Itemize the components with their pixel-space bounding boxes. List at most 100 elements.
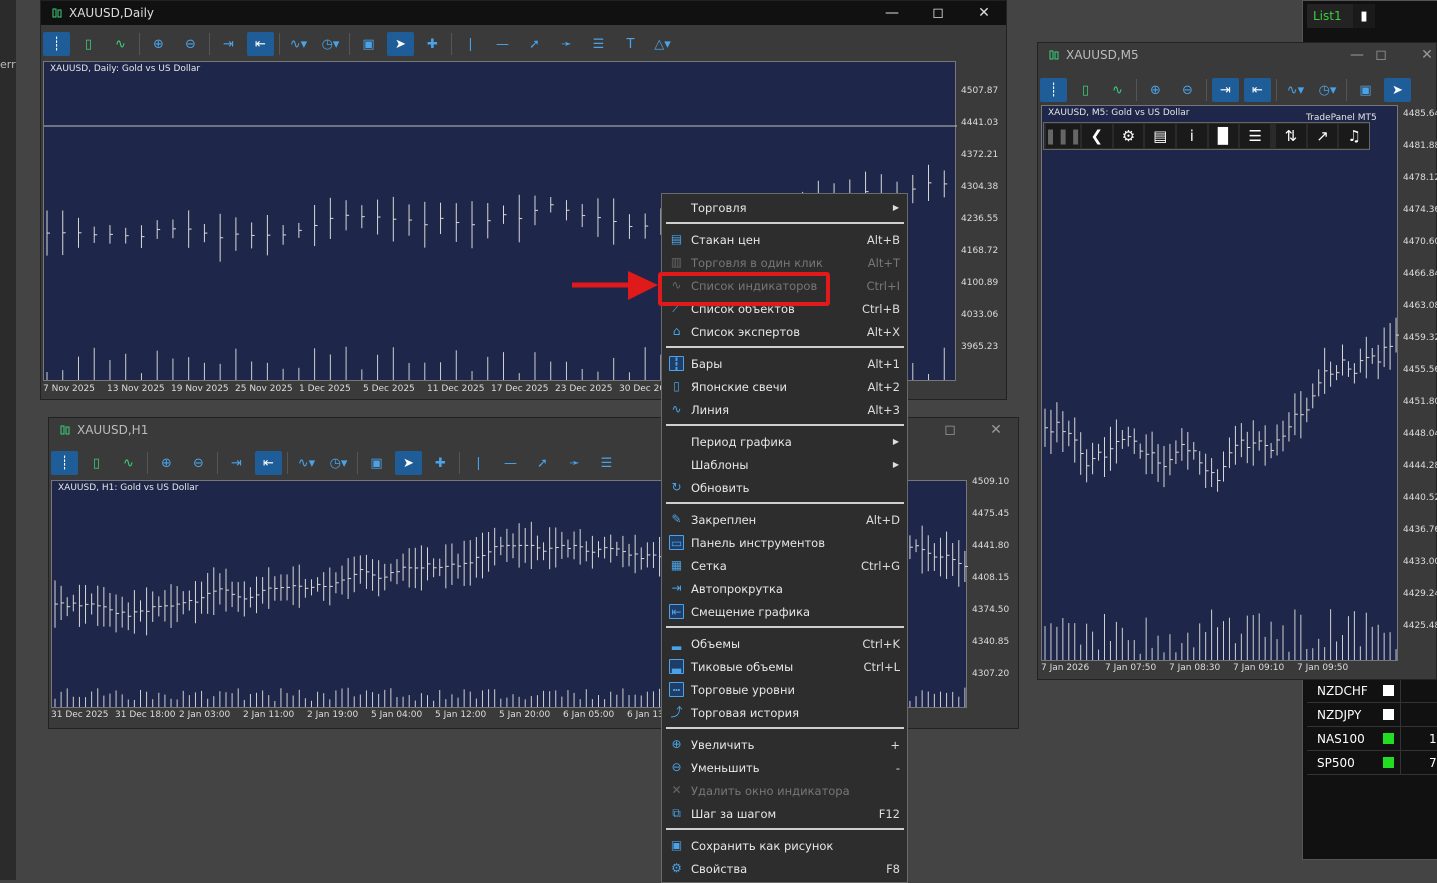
maximize-button[interactable]: ◻ xyxy=(915,1,961,25)
up-down-icon[interactable]: ⇅ xyxy=(1276,124,1306,148)
chart-shift-icon[interactable]: ⇤ xyxy=(247,32,274,56)
list-icon[interactable]: ☰ xyxy=(1240,124,1271,148)
shapes-icon[interactable]: △▾ xyxy=(649,32,676,56)
window-titlebar[interactable]: XAUUSD,Daily — ◻ ✕ xyxy=(41,1,1006,25)
cursor-icon[interactable]: ➤ xyxy=(1384,78,1411,102)
menu-item[interactable]: Торговля ▶ xyxy=(662,196,907,219)
vertical-line-icon[interactable]: ❘ xyxy=(465,451,492,475)
line-icon[interactable]: ∿ xyxy=(107,32,134,56)
chart-shift-icon[interactable]: ⇤ xyxy=(1244,78,1271,102)
minimize-button[interactable]: — xyxy=(869,1,915,25)
autoscroll-icon[interactable]: ⇥ xyxy=(223,451,250,475)
menu-item[interactable]: ⊕ Увеличить + xyxy=(662,733,907,756)
trend-line-icon[interactable]: ➚ xyxy=(529,451,556,475)
zoom-in-icon[interactable]: ⊕ xyxy=(153,451,180,475)
bar-chart-icon[interactable]: ▉ xyxy=(1208,124,1239,148)
menu-item[interactable]: ⧉ Шаг за шагом F12 xyxy=(662,802,907,825)
close-button[interactable]: ✕ xyxy=(1404,43,1437,67)
zoom-out-icon[interactable]: ⊖ xyxy=(185,451,212,475)
bars-icon[interactable]: ┊ xyxy=(43,32,70,56)
screenshot-icon[interactable]: ▣ xyxy=(363,451,390,475)
line-icon[interactable]: ∿ xyxy=(1104,78,1131,102)
watchlist-tab[interactable]: List1 xyxy=(1307,4,1353,28)
maximize-button[interactable]: ◻ xyxy=(1358,43,1404,67)
indicators-icon[interactable]: ∿▾ xyxy=(293,451,320,475)
indicators-icon[interactable]: ∿▾ xyxy=(1282,78,1309,102)
menu-item[interactable]: ┅ Торговые уровни xyxy=(662,678,907,701)
menu-item[interactable]: ⇥ Автопрокрутка xyxy=(662,577,907,600)
menu-item[interactable]: ⌂ Список экспертов Alt+X xyxy=(662,320,907,343)
horizontal-line-icon[interactable]: — xyxy=(497,451,524,475)
menu-item-label: Панель инструментов xyxy=(691,535,825,550)
time-label: 13 Nov 2025 xyxy=(107,384,165,394)
menu-item[interactable]: Период графика ▶ xyxy=(662,430,907,453)
bars-icon[interactable]: ┊ xyxy=(51,451,78,475)
window-titlebar[interactable]: XAUUSD,M5 — ◻ ✕ xyxy=(1038,43,1436,67)
line-icon[interactable]: ∿ xyxy=(115,451,142,475)
bookmark-icon[interactable]: ▮ xyxy=(1353,4,1375,28)
channel-icon[interactable]: ➛ xyxy=(553,32,580,56)
menu-item[interactable]: ▤ Стакан цен Alt+B xyxy=(662,228,907,251)
close-button[interactable]: ✕ xyxy=(973,418,1019,442)
briefcase-icon[interactable]: ▤ xyxy=(1145,124,1176,148)
menu-item[interactable]: ⊖ Уменьшить - xyxy=(662,756,907,779)
menu-item[interactable]: ↻ Обновить xyxy=(662,476,907,499)
screenshot-icon[interactable]: ▣ xyxy=(1352,78,1379,102)
vertical-line-icon[interactable]: ❘ xyxy=(457,32,484,56)
autoscroll-icon[interactable]: ⇥ xyxy=(1212,78,1239,102)
menu-item[interactable]: ▣ Сохранить как рисунок xyxy=(662,834,907,857)
menu-item[interactable]: ∿ Линия Alt+3 xyxy=(662,398,907,421)
candles-icon xyxy=(1049,50,1059,60)
menu-item[interactable]: ▯ Японские свечи Alt+2 xyxy=(662,375,907,398)
horizontal-line-icon[interactable]: — xyxy=(489,32,516,56)
watchlist-row[interactable]: SP500 7 xyxy=(1307,751,1437,775)
zoom-out-icon[interactable]: ⊖ xyxy=(177,32,204,56)
zoom-in-icon[interactable]: ⊕ xyxy=(1142,78,1169,102)
watchlist-row[interactable]: NAS100 15 xyxy=(1307,727,1437,751)
back-arrow-icon[interactable]: ❮ xyxy=(1082,124,1112,148)
bell-icon[interactable]: ♫ xyxy=(1339,124,1370,148)
fibonacci-icon[interactable]: ☰ xyxy=(585,32,612,56)
menu-item[interactable]: Шаблоны ▶ xyxy=(662,453,907,476)
zoom-out-icon[interactable]: ⊖ xyxy=(1174,78,1201,102)
gear-icon[interactable]: ⚙ xyxy=(1113,124,1144,148)
indicators-icon[interactable]: ∿▾ xyxy=(285,32,312,56)
menu-item[interactable]: ⚙ Свойства F8 xyxy=(662,857,907,880)
screenshot-icon[interactable]: ▣ xyxy=(355,32,382,56)
menu-item[interactable]: ┇ Бары Alt+1 xyxy=(662,352,907,375)
menu-item[interactable]: ✎ Закреплен Alt+D xyxy=(662,508,907,531)
menu-item[interactable]: ▃ Тиковые объемы Ctrl+L xyxy=(662,655,907,678)
menu-item[interactable]: ⇤ Смещение графика xyxy=(662,600,907,623)
period-clock-icon[interactable]: ◷▾ xyxy=(1314,78,1341,102)
fibonacci-icon[interactable]: ☰ xyxy=(593,451,620,475)
bars-icon[interactable]: ┊ xyxy=(1040,78,1067,102)
menu-item[interactable]: ⤴ Торговая история xyxy=(662,701,907,724)
crosshair-icon[interactable]: ✚ xyxy=(419,32,446,56)
text-icon[interactable]: T xyxy=(617,32,644,56)
maximize-button[interactable]: ◻ xyxy=(927,418,973,442)
menu-item[interactable]: ▂ Объемы Ctrl+K xyxy=(662,632,907,655)
drag-handle-icon[interactable]: ❚❚❚ xyxy=(1044,124,1082,148)
period-clock-icon[interactable]: ◷▾ xyxy=(317,32,344,56)
close-button[interactable]: ✕ xyxy=(961,1,1007,25)
cursor-icon[interactable]: ➤ xyxy=(387,32,414,56)
watchlist-row[interactable]: NZDJPY xyxy=(1307,703,1437,727)
chart-shift-icon[interactable]: ⇤ xyxy=(255,451,282,475)
trend-line-icon[interactable]: ➚ xyxy=(521,32,548,56)
crosshair-icon[interactable]: ✚ xyxy=(427,451,454,475)
menu-item[interactable]: ▦ Сетка Ctrl+G xyxy=(662,554,907,577)
candles-icon[interactable]: ▯ xyxy=(75,32,102,56)
chart-area-m5[interactable]: XAUUSD, M5: Gold vs US Dollar TradePanel… xyxy=(1041,105,1399,661)
menu-item[interactable]: ▭ Панель инструментов xyxy=(662,531,907,554)
watchlist-row[interactable]: NZDCHF xyxy=(1307,679,1437,703)
trend-icon[interactable]: ↗ xyxy=(1307,124,1338,148)
candles-icon[interactable]: ▯ xyxy=(83,451,110,475)
cursor-icon[interactable]: ➤ xyxy=(395,451,422,475)
info-icon[interactable]: i xyxy=(1177,124,1207,148)
candles-icon[interactable]: ▯ xyxy=(1072,78,1099,102)
zoom-in-icon[interactable]: ⊕ xyxy=(145,32,172,56)
autoscroll-icon[interactable]: ⇥ xyxy=(215,32,242,56)
period-clock-icon[interactable]: ◷▾ xyxy=(325,451,352,475)
channel-icon[interactable]: ➛ xyxy=(561,451,588,475)
menu-item-label: Торговля в один клик xyxy=(691,255,823,270)
